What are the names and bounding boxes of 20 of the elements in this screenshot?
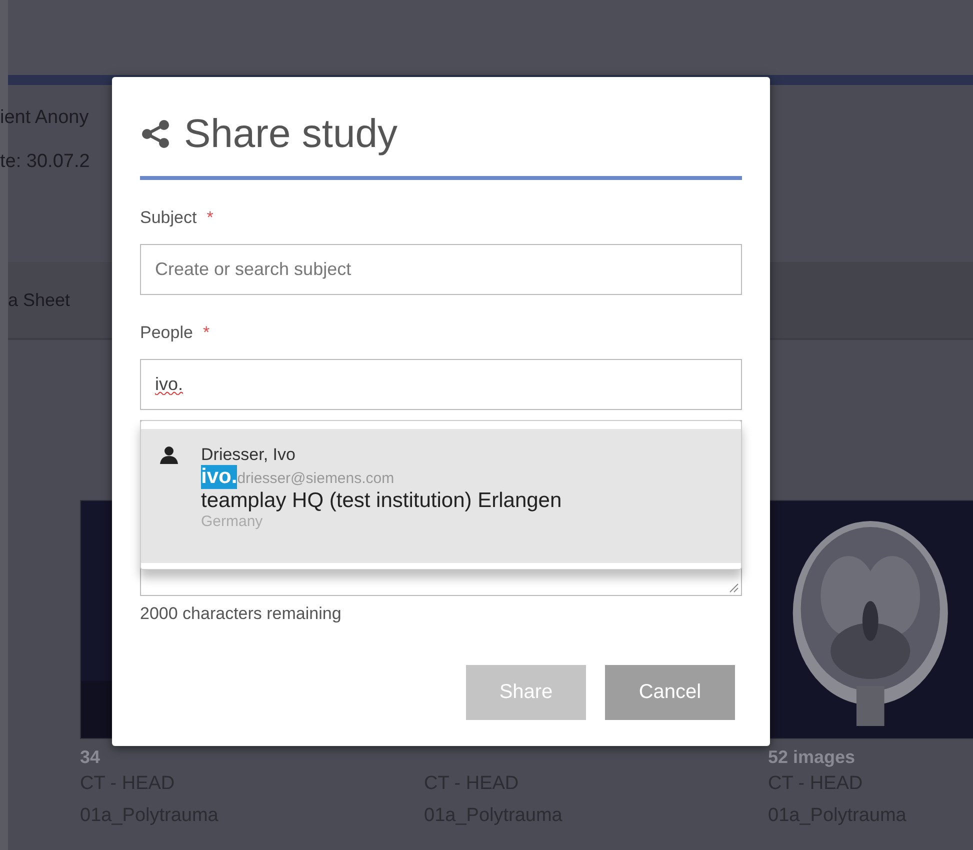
subject-field[interactable]: Create or search subject bbox=[140, 244, 742, 295]
required-marker: * bbox=[202, 323, 210, 343]
character-counter: 2000 characters remaining bbox=[140, 604, 342, 624]
contact-name: Driesser, Ivo bbox=[201, 445, 296, 465]
image-count: 34 bbox=[80, 747, 100, 767]
share-icon bbox=[140, 118, 172, 150]
cancel-button[interactable]: Cancel bbox=[605, 665, 735, 720]
person-icon bbox=[159, 445, 179, 465]
people-field[interactable]: ivo. bbox=[140, 359, 742, 410]
field-label: People bbox=[140, 323, 193, 343]
required-marker: * bbox=[206, 208, 214, 228]
dialog-title: Share study bbox=[184, 112, 398, 156]
resize-grip-icon[interactable] bbox=[729, 583, 739, 593]
contact-email: driesser@siemens.com bbox=[237, 470, 394, 487]
field-label: Subject bbox=[140, 208, 197, 228]
institution-name: teamplay HQ (test institution) Erlangen bbox=[201, 489, 562, 513]
matched-text: ivo. bbox=[201, 465, 238, 489]
country-name: Germany bbox=[201, 513, 263, 530]
suggestion-item[interactable]: Driesser, Ivo ivo.driesser@siemens.com teamplay HQ (test institution) Erlangen Germany bbox=[141, 429, 741, 563]
image-count: 52 images bbox=[768, 747, 856, 767]
